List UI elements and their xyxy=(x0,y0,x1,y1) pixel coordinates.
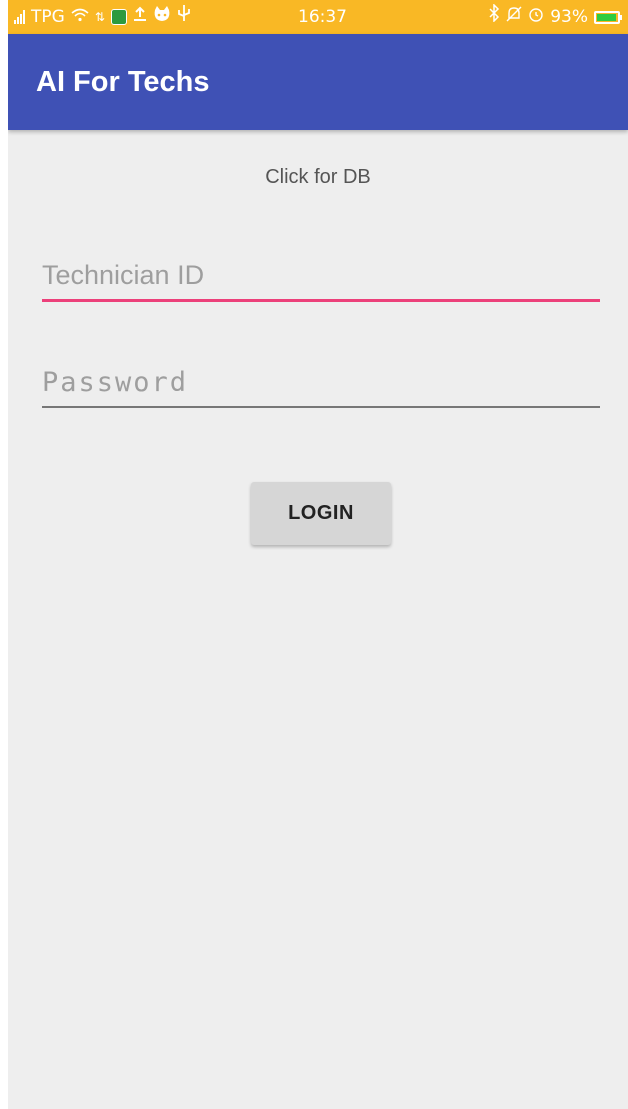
app-bar: AI For Techs xyxy=(8,34,628,130)
alarm-icon xyxy=(528,0,544,34)
status-left: TPG ⇅ xyxy=(14,0,191,34)
status-bar: TPG ⇅ 16:37 93% xyxy=(8,0,628,34)
signal-icon xyxy=(14,10,25,24)
data-icon: ⇅ xyxy=(94,10,105,24)
upload-icon xyxy=(133,0,147,34)
battery-percent: 93% xyxy=(550,7,588,27)
password-field[interactable] xyxy=(42,358,600,408)
status-right: 93% xyxy=(488,0,622,34)
carrier-label: TPG xyxy=(31,7,65,27)
mute-icon xyxy=(506,0,522,34)
battery-icon xyxy=(594,10,622,24)
db-link[interactable]: Click for DB xyxy=(8,166,628,189)
wifi-icon xyxy=(71,0,89,34)
login-button[interactable]: LOGIN xyxy=(251,482,391,545)
app-icon xyxy=(110,9,127,25)
status-time: 16:37 xyxy=(298,7,347,27)
usb-icon xyxy=(177,0,191,34)
app-screen: TPG ⇅ 16:37 93% AI For Techs Click for D… xyxy=(8,0,628,1109)
technician-id-field[interactable] xyxy=(42,252,600,302)
cat-icon xyxy=(153,0,171,34)
app-title: AI For Techs xyxy=(36,66,210,98)
bluetooth-icon xyxy=(488,0,500,34)
